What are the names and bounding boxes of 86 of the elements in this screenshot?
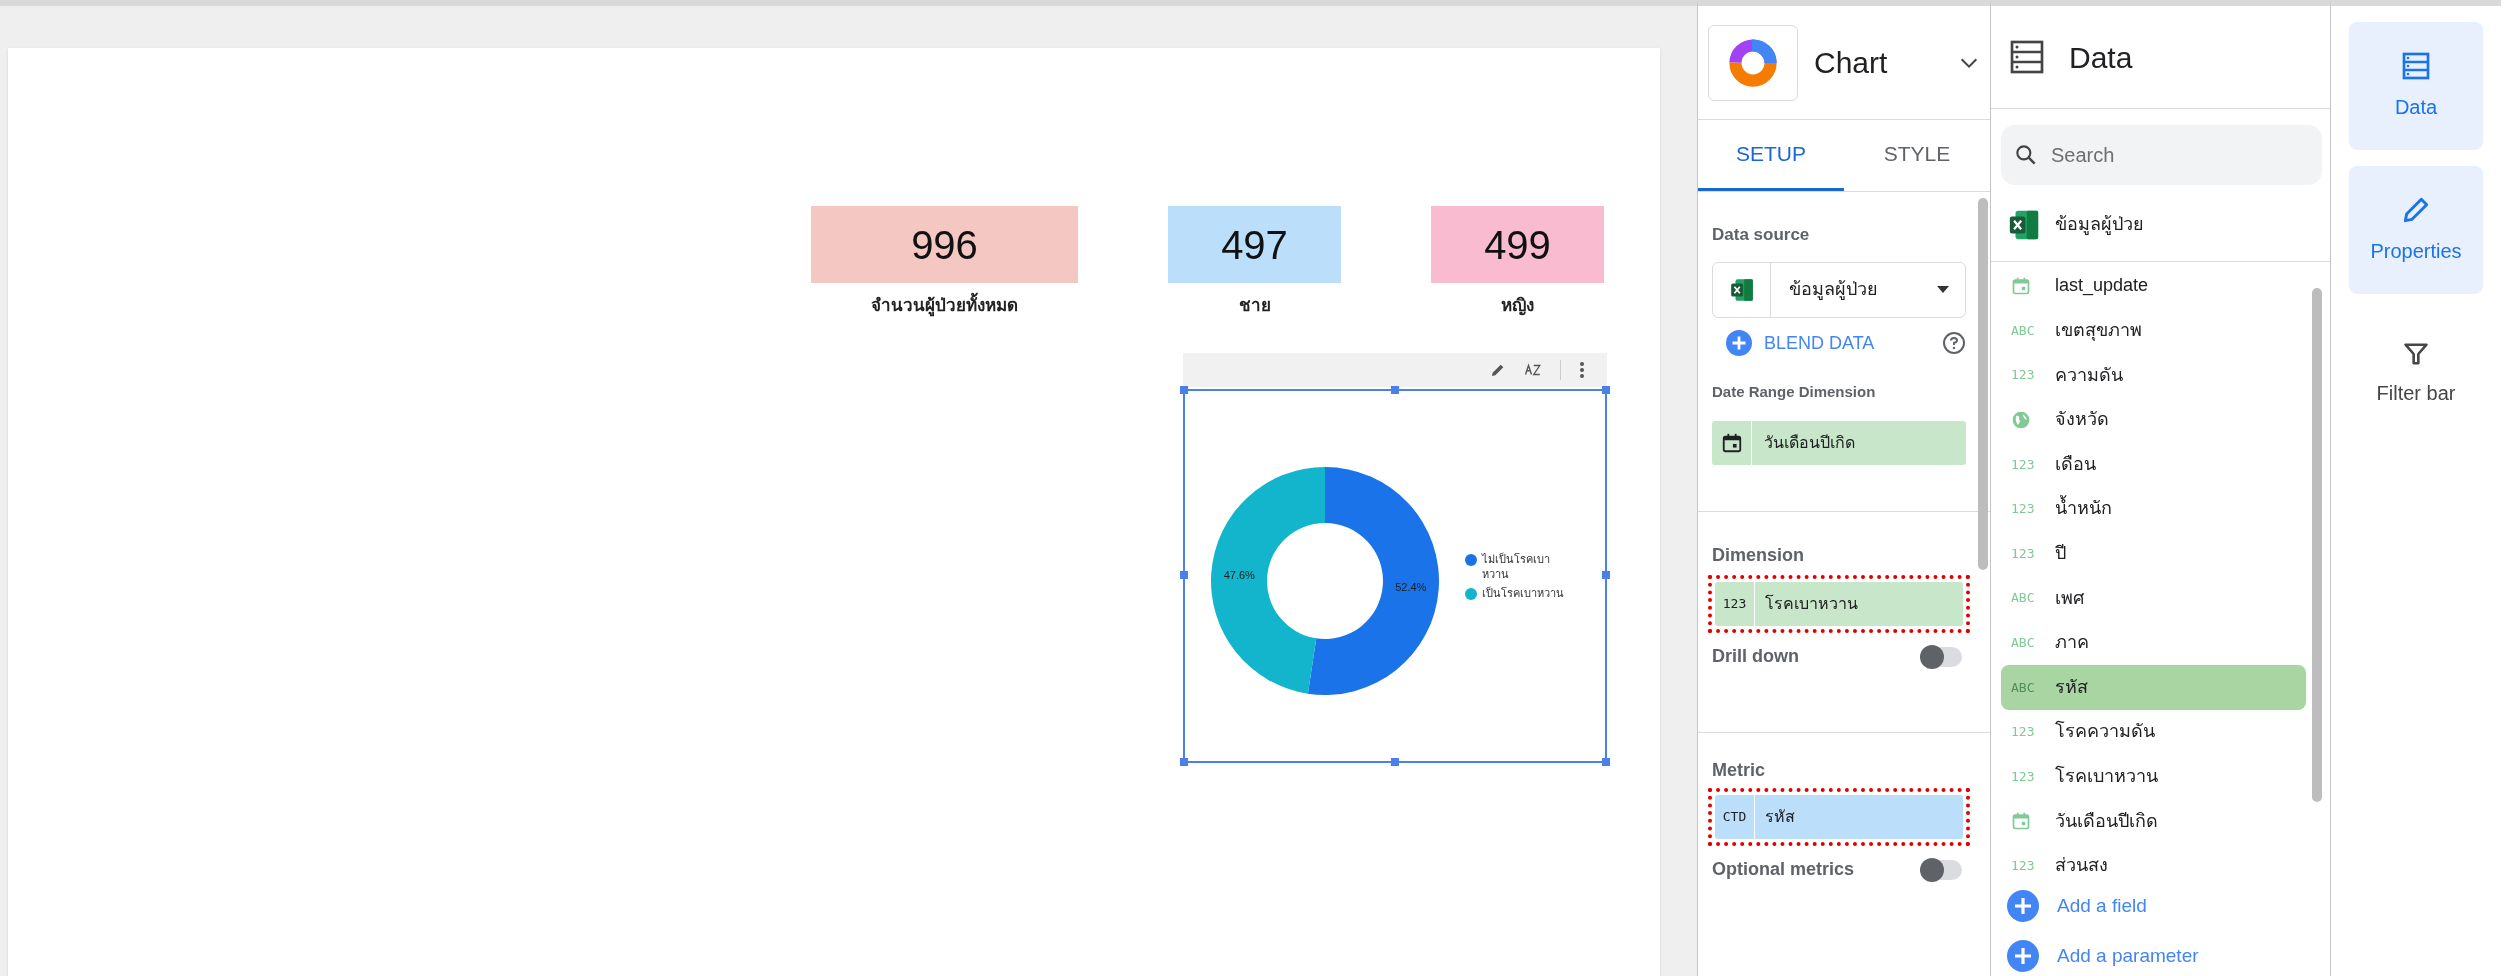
field-list-item[interactable]: 123 โรคเบาหวาน [2001,754,2306,799]
scrollbar[interactable] [1978,198,1988,570]
scorecard[interactable]: 499 [1431,206,1604,283]
help-icon[interactable] [1942,331,1966,355]
resize-handle[interactable] [1180,570,1188,579]
panel-title: Chart [1814,45,1888,81]
resize-handle[interactable] [1180,385,1188,394]
rail-button[interactable]: Properties [2349,166,2483,294]
scorecard[interactable]: 996 [811,206,1078,283]
panel-tab[interactable]: SETUP [1698,120,1844,191]
rail-button[interactable]: Data [2349,22,2483,150]
field-chip[interactable]: 123 โรคเบาหวาน [1715,582,1963,626]
field-list-item[interactable]: 123 เดือน [2001,442,2306,487]
scorecard-label: จำนวนผู้ป่วยทั้งหมด [871,293,1018,319]
resize-handle[interactable] [1602,757,1610,766]
field-list-item[interactable]: 123 ส่วนสง [2001,843,2306,888]
field-list-item[interactable]: 123 ความดัน [2001,352,2306,398]
scrollbar[interactable] [2312,288,2322,802]
field-list-item[interactable]: ABC เพศ [2001,575,2306,621]
rail-button[interactable]: Filter bar [2349,310,2483,438]
field-type-label: 123 [2011,455,2035,474]
field-chip[interactable]: วันเดือนปีเกิด [1712,421,1966,465]
resize-handle[interactable] [1602,385,1610,394]
scorecard-label: หญิง [1501,295,1534,318]
plus-icon [1726,330,1752,356]
spreadsheet-icon [1728,276,1755,303]
more-icon[interactable] [1579,360,1585,379]
section-label: Dimension [1712,544,1805,567]
field-list-item[interactable]: ABC ภาค [2001,620,2306,666]
field-type-label: ABC [2011,678,2035,697]
scorecard[interactable]: 497 [1168,206,1341,283]
field-type-label: 123 [2011,723,2035,742]
resize-handle[interactable] [1391,385,1399,394]
field-list-item[interactable]: 123 น้ำหนัก [2001,486,2306,532]
field-type-label: 123 [2011,500,2035,519]
resize-handle[interactable] [1602,570,1610,579]
slice-label: 52.4% [1395,581,1427,593]
search-box[interactable]: Search [2001,125,2322,186]
field-type-label: ABC [2011,634,2035,652]
field-type-label: ABC [2011,321,2035,340]
field-list-item[interactable]: last_update [2001,263,2306,309]
chart-type-button[interactable] [1708,24,1798,101]
globe-icon [2011,409,2031,430]
field-list-item[interactable]: จังหวัด [2001,397,2306,443]
toggle-switch[interactable] [1922,859,1962,880]
field-chip[interactable]: CTD รหัส [1715,795,1963,839]
field-list-item[interactable]: วันเดือนปีเกิด [2001,798,2306,844]
search-field[interactable]: Search [2051,140,2271,171]
panel-title: Data [2069,39,2133,76]
legend-label: เป็นโรคเบาหวาน [1482,586,1565,601]
toggle-label: Drill down [1712,645,1799,668]
toggle-switch[interactable] [1922,646,1962,667]
chart-frame[interactable]: 52.4% 47.6% ไม่เป็นโรคเบาหวาน เป็นโรคเบาหวาน [1183,388,1607,763]
slice-label: 47.6% [1223,568,1255,580]
calendar-icon [1720,432,1743,454]
panel-tab[interactable]: STYLE [1844,120,1990,191]
field-type-label: 123 [2011,366,2035,385]
data-source-name: ข้อมูลผู้ป่วย [2055,213,2144,237]
add-link[interactable]: Add a parameter [2007,936,2314,976]
field-type-label: ABC [2011,589,2035,608]
data-source-select[interactable]: ข้อมูลผู้ป่วย [1712,261,1966,318]
calendar-icon [2011,276,2031,296]
section-label: Metric [1712,759,1766,782]
field-type-label: 123 [2011,767,2035,786]
field-list-item[interactable]: 123 ปี [2001,531,2306,576]
field-list-item[interactable]: ABC เขตสุขภาพ [2001,308,2306,353]
field-type-label: 123 [2011,544,2035,563]
toggle-label: Optional metrics [1712,858,1855,881]
add-link[interactable]: Add a field [2007,886,2314,926]
sort-icon[interactable] [1524,361,1542,378]
scorecard-label: ชาย [1238,295,1271,317]
database-icon [2400,50,2432,82]
calendar-icon [2011,811,2031,832]
legend-label: ไม่เป็นโรคเบาหวาน [1482,552,1551,582]
dropdown-caret-icon [1937,285,1949,294]
resize-handle[interactable] [1391,757,1399,766]
section-label: Date Range Dimension [1712,381,1877,402]
field-list-item[interactable]: ABC รหัส [2001,665,2306,710]
plus-icon [2007,940,2039,972]
section-label: Data source [1712,224,1811,246]
field-type-label: 123 [2011,856,2035,875]
field-list-item[interactable]: 123 โรคความดัน [2001,709,2306,755]
plus-icon [2007,890,2039,922]
resize-handle[interactable] [1180,757,1188,766]
filter-icon [2402,340,2430,368]
blend-data-button[interactable]: BLEND DATA [1712,329,1875,357]
